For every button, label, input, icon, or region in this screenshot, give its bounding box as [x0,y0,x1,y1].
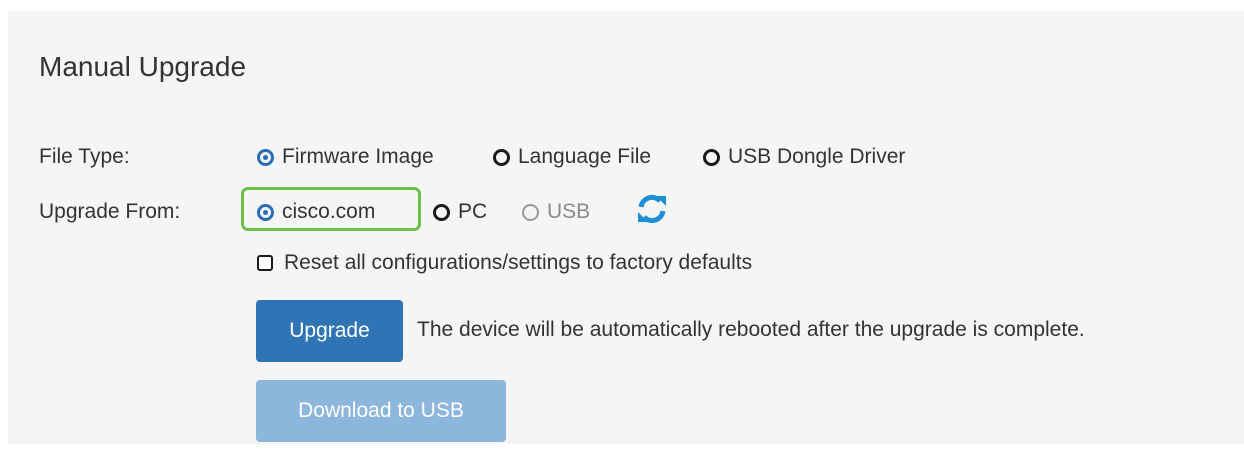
radio-language-file[interactable]: Language File [493,145,651,169]
radio-pc-label: PC [458,200,488,223]
reset-factory-defaults-checkbox[interactable]: Reset all configurations/settings to fac… [257,251,752,275]
checkbox-unchecked-icon [257,255,273,271]
radio-unchecked-icon [493,148,510,166]
radio-checked-icon [257,203,274,221]
file-type-label: File Type: [39,145,130,168]
radio-language-file-label: Language File [518,145,652,168]
upgrade-note: The device will be automatically reboote… [417,318,1085,341]
radio-firmware-image[interactable]: Firmware Image [257,145,434,169]
download-to-usb-button[interactable]: Download to USB [256,380,506,442]
manual-upgrade-panel: Manual Upgrade File Type: Firmware Image… [8,11,1244,444]
radio-cisco-com[interactable]: cisco.com [257,200,375,224]
radio-disabled-icon [522,203,539,221]
upgrade-from-label: Upgrade From: [39,200,181,223]
radio-checked-icon [257,148,274,166]
refresh-icon[interactable] [636,194,668,224]
radio-firmware-image-label: Firmware Image [282,145,434,168]
section-title: Manual Upgrade [39,51,247,82]
radio-unchecked-icon [703,148,720,166]
radio-usb[interactable]: USB [522,200,590,224]
radio-unchecked-icon [433,203,450,221]
reset-factory-defaults-label: Reset all configurations/settings to fac… [284,251,753,274]
radio-cisco-com-label: cisco.com [282,200,376,223]
radio-usb-label: USB [547,200,591,223]
radio-pc[interactable]: PC [433,200,487,224]
radio-usb-dongle-driver[interactable]: USB Dongle Driver [703,145,905,169]
upgrade-button[interactable]: Upgrade [256,300,403,362]
radio-usb-dongle-driver-label: USB Dongle Driver [728,145,906,168]
